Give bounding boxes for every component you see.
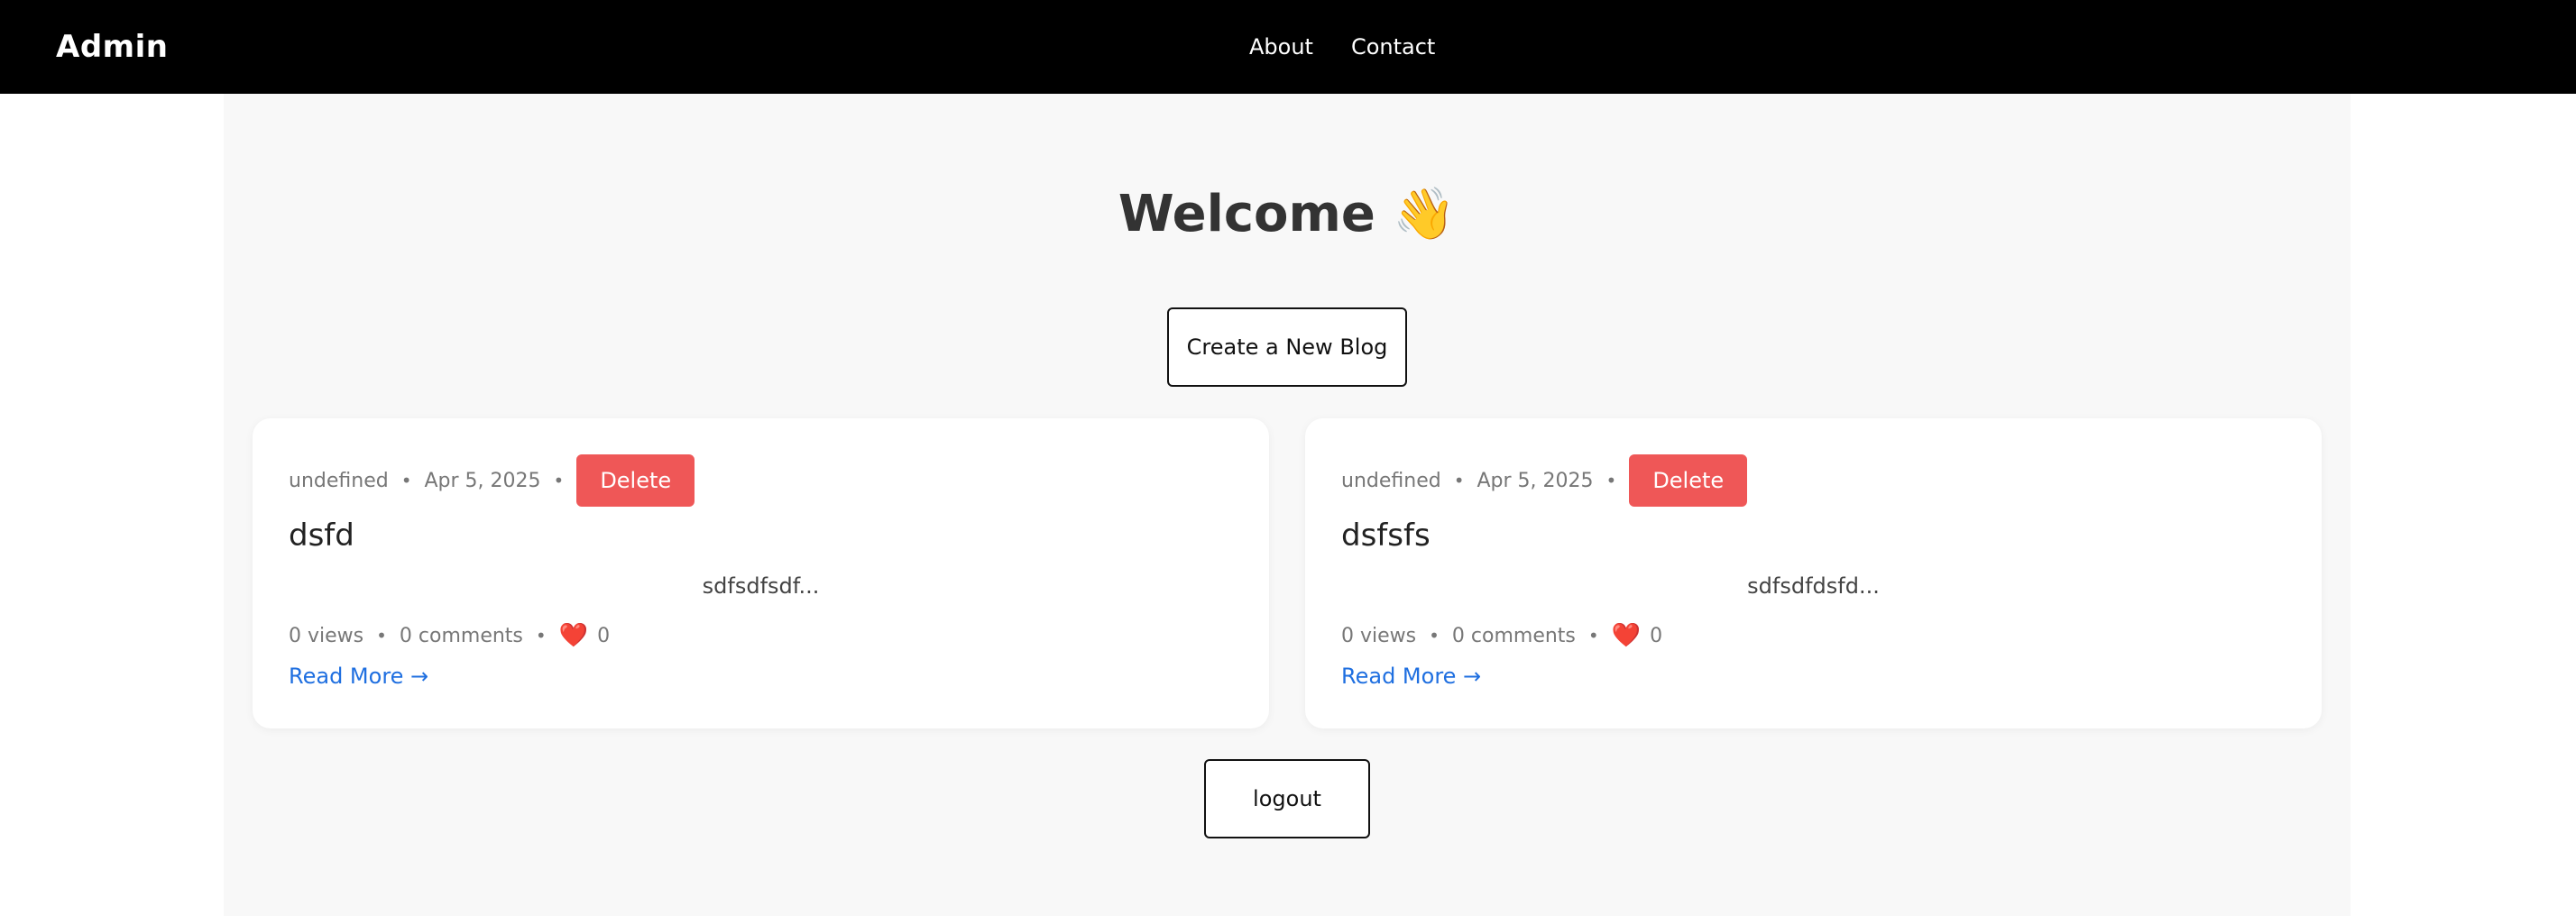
post-author: undefined	[289, 469, 389, 492]
post-date: Apr 5, 2025	[424, 469, 541, 492]
page-title-text: Welcome	[1118, 185, 1375, 243]
create-blog-button[interactable]: Create a New Blog	[1167, 307, 1407, 387]
post-views: 0 views	[1341, 624, 1417, 647]
nav-links: About Contact	[1249, 0, 1435, 94]
blog-card: undefined • Apr 5, 2025 • Delete dsfsfs …	[1305, 418, 2322, 728]
delete-button[interactable]: Delete	[1629, 454, 1748, 507]
post-excerpt: sdfsdfdsfd...	[1747, 573, 1880, 599]
post-views: 0 views	[289, 624, 364, 647]
post-stats: 0 views • 0 comments • ❤️ 0	[289, 622, 610, 649]
post-meta: undefined • Apr 5, 2025 • Delete	[1341, 454, 1748, 507]
separator-dot: •	[1587, 625, 1599, 646]
post-likes: 0	[597, 624, 611, 647]
blog-list: undefined • Apr 5, 2025 • Delete dsfd sd…	[253, 418, 2322, 728]
separator-dot: •	[376, 625, 387, 646]
post-likes: 0	[1650, 624, 1663, 647]
post-comments: 0 comments	[1451, 624, 1576, 647]
page-title: Welcome 👋	[224, 184, 2351, 243]
heart-icon[interactable]: ❤️	[559, 622, 588, 649]
blog-card: undefined • Apr 5, 2025 • Delete dsfd sd…	[253, 418, 1269, 728]
read-more-link[interactable]: Read More →	[1341, 664, 1481, 689]
main-content: Welcome 👋 Create a New Blog undefined • …	[224, 94, 2351, 916]
separator-dot: •	[1453, 470, 1465, 491]
brand-logo[interactable]: Admin	[56, 0, 168, 94]
post-comments: 0 comments	[399, 624, 523, 647]
separator-dot: •	[400, 470, 412, 491]
heart-icon[interactable]: ❤️	[1612, 622, 1641, 649]
nav-link-contact[interactable]: Contact	[1351, 34, 1435, 60]
top-navbar: Admin About Contact	[0, 0, 2576, 94]
separator-dot: •	[553, 470, 565, 491]
post-excerpt: sdfsdfsdf...	[702, 573, 820, 599]
post-title[interactable]: dsfsfs	[1341, 518, 1431, 554]
read-more-link[interactable]: Read More →	[289, 664, 428, 689]
post-stats: 0 views • 0 comments • ❤️ 0	[1341, 622, 1662, 649]
post-title[interactable]: dsfd	[289, 518, 354, 554]
logout-button[interactable]: logout	[1204, 759, 1370, 838]
post-date: Apr 5, 2025	[1477, 469, 1594, 492]
separator-dot: •	[535, 625, 547, 646]
delete-button[interactable]: Delete	[576, 454, 695, 507]
post-meta: undefined • Apr 5, 2025 • Delete	[289, 454, 695, 507]
post-author: undefined	[1341, 469, 1441, 492]
separator-dot: •	[1429, 625, 1440, 646]
waving-hand-icon: 👋	[1393, 185, 1457, 243]
nav-link-about[interactable]: About	[1249, 34, 1313, 60]
separator-dot: •	[1605, 470, 1617, 491]
